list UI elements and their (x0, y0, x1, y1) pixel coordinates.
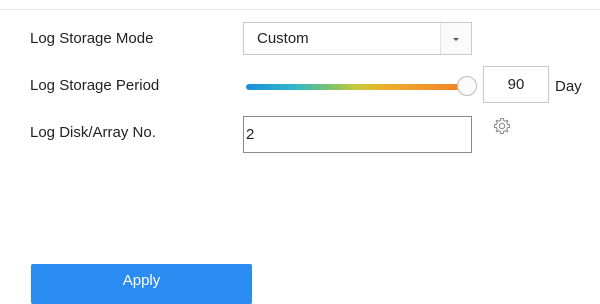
top-divider (0, 9, 600, 10)
apply-button[interactable]: Apply (31, 264, 252, 304)
slider-fill (246, 84, 467, 90)
chevron-down-icon[interactable] (440, 23, 471, 54)
log-storage-mode-select[interactable]: Custom (243, 22, 472, 55)
log-disk-label: Log Disk/Array No. (30, 124, 156, 141)
log-storage-mode-label: Log Storage Mode (30, 30, 154, 47)
period-unit-label: Day (555, 78, 582, 95)
log-storage-period-label: Log Storage Period (30, 77, 160, 94)
log-storage-period-input[interactable] (483, 66, 549, 103)
log-storage-mode-value: Custom (257, 30, 309, 47)
log-disk-input[interactable] (243, 116, 472, 153)
gear-icon[interactable] (492, 116, 512, 136)
slider-thumb[interactable] (457, 76, 477, 96)
log-storage-period-slider[interactable] (246, 76, 477, 97)
